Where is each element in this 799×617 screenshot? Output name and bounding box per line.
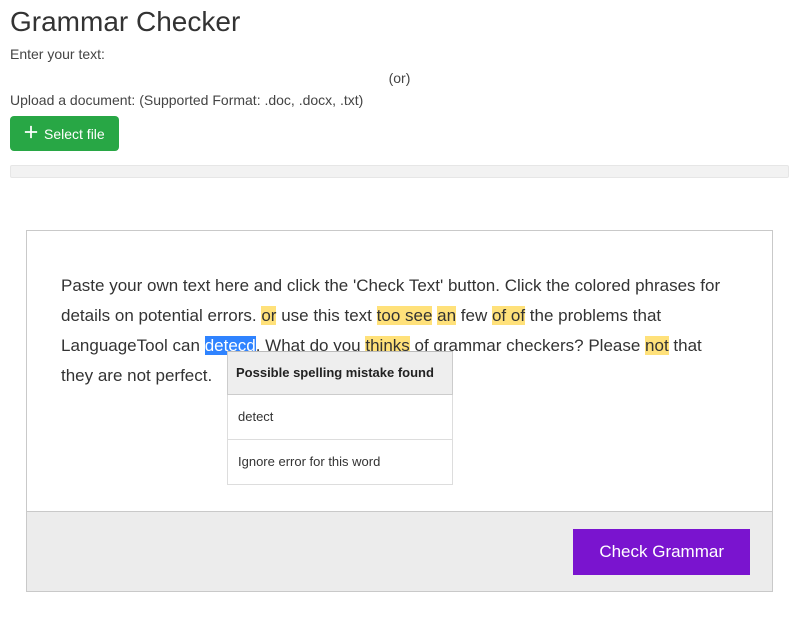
plus-icon <box>24 125 38 142</box>
editor-footer: Check Grammar <box>27 511 772 591</box>
editor-text-span: few <box>456 306 492 325</box>
divider-bar <box>10 165 789 178</box>
check-grammar-button[interactable]: Check Grammar <box>573 529 750 575</box>
editor-text-span: use this text <box>276 306 376 325</box>
popup-suggestion-item[interactable]: detect <box>227 395 453 440</box>
upload-label: Upload a document: (Supported Format: .d… <box>0 92 799 116</box>
popup-ignore-item[interactable]: Ignore error for this word <box>227 440 453 485</box>
grammar-highlight[interactable]: too see <box>377 306 433 325</box>
grammar-highlight[interactable]: not <box>645 336 669 355</box>
page-title: Grammar Checker <box>0 0 799 42</box>
grammar-highlight[interactable]: of of <box>492 306 525 325</box>
or-separator: (or) <box>0 68 799 92</box>
popup-title: Possible spelling mistake found <box>227 352 453 395</box>
suggestion-popup: Possible spelling mistake found detect I… <box>227 351 453 485</box>
select-file-label: Select file <box>44 126 105 142</box>
grammar-highlight[interactable]: an <box>437 306 456 325</box>
grammar-highlight[interactable]: or <box>261 306 276 325</box>
select-file-button[interactable]: Select file <box>10 116 119 151</box>
enter-text-label: Enter your text: <box>0 42 799 68</box>
editor-textarea[interactable]: Paste your own text here and click the '… <box>27 231 772 511</box>
editor-frame: Paste your own text here and click the '… <box>26 230 773 592</box>
